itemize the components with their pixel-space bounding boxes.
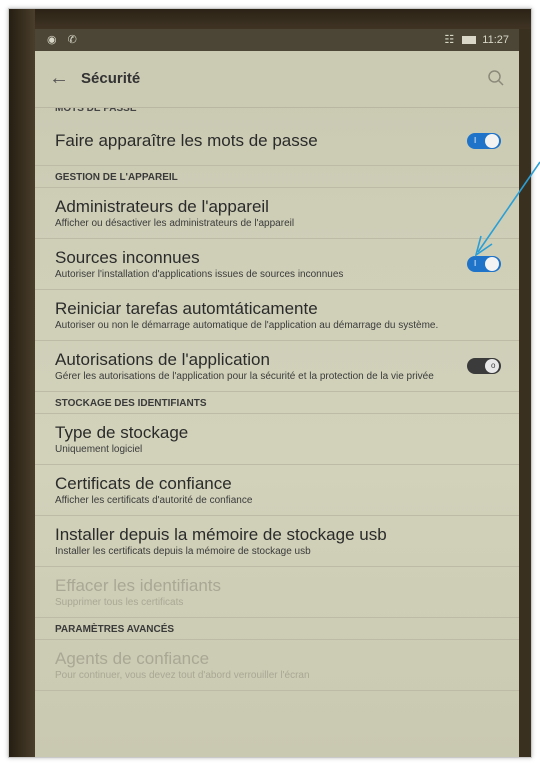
setting-subtitle: Autoriser l'installation d'applications … (55, 269, 344, 280)
setting-subtitle: Uniquement logiciel (55, 444, 143, 455)
settings-list: MOTS DE PASSE Faire apparaître les mots … (35, 108, 519, 691)
setting-title: Sources inconnues (55, 248, 200, 267)
wifi-icon: ☷ (444, 34, 455, 46)
setting-install-from-usb[interactable]: Installer depuis la mémoire de stockage … (35, 516, 519, 567)
unknown-sources-toggle[interactable]: I (467, 256, 501, 272)
status-time: 11:27 (482, 34, 509, 46)
setting-trusted-credentials[interactable]: Certificats de confiance Afficher les ce… (35, 465, 519, 516)
device-bezel-left (9, 9, 35, 757)
page-title: Sécurité (81, 70, 141, 87)
setting-title: Certificats de confiance (55, 474, 232, 493)
status-left-icons: ◉ ✆ (47, 34, 81, 46)
setting-show-passwords[interactable]: Faire apparaître les mots de passe I (35, 116, 519, 166)
device-screen: ◉ ✆ ☷ 11:27 ← Sécurité MOTS DE PASSE Fair… (35, 29, 519, 757)
setting-subtitle: Gérer les autorisations de l'application… (55, 371, 434, 382)
setting-title: Type de stockage (55, 423, 189, 442)
setting-subtitle: Pour continuer, vous devez tout d'abord … (55, 670, 310, 681)
setting-trust-agents: Agents de confiance Pour continuer, vous… (35, 640, 519, 691)
setting-title: Reiniciar tarefas automtáticamente (55, 299, 318, 318)
setting-title: Agents de confiance (55, 649, 210, 668)
setting-title: Faire apparaître les mots de passe (55, 131, 318, 150)
setting-subtitle: Afficher les certificats d'autorité de c… (55, 495, 253, 506)
setting-subtitle: Autoriser ou non le démarrage automatiqu… (55, 320, 439, 331)
setting-clear-credentials: Effacer les identifiants Supprimer tous … (35, 567, 519, 618)
setting-app-permissions[interactable]: Autorisations de l'application Gérer les… (35, 341, 519, 392)
back-arrow-icon[interactable]: ← (49, 67, 69, 90)
setting-subtitle: Supprimer tous les certificats (55, 597, 184, 608)
setting-subtitle: Installer les certificats depuis la mémo… (55, 546, 311, 557)
app-permissions-toggle[interactable]: o (467, 358, 501, 374)
setting-storage-type[interactable]: Type de stockage Uniquement logiciel (35, 414, 519, 465)
show-passwords-toggle[interactable]: I (467, 132, 501, 149)
device-bezel-top (9, 9, 531, 29)
search-icon[interactable] (487, 69, 505, 87)
section-header-device: GESTION DE L'APPAREIL (35, 166, 519, 188)
setting-title: Administrateurs de l'appareil (55, 197, 269, 216)
setting-title: Installer depuis la mémoire de stockage … (55, 525, 387, 544)
section-header-credentials: STOCKAGE DES IDENTIFIANTS (35, 392, 519, 414)
app-bar: ← Sécurité (35, 51, 519, 108)
setting-auto-restart-tasks[interactable]: Reiniciar tarefas automtáticamente Autor… (35, 290, 519, 341)
setting-device-admins[interactable]: Administrateurs de l'appareil Afficher o… (35, 188, 519, 239)
status-bar: ◉ ✆ ☷ 11:27 (35, 29, 519, 51)
section-header-advanced: PARAMÈTRES AVANCÉS (35, 618, 519, 640)
battery-icon (462, 36, 477, 45)
section-header-passwords: MOTS DE PASSE (55, 108, 137, 114)
setting-title: Effacer les identifiants (55, 576, 221, 595)
status-right: ☷ 11:27 (444, 33, 509, 46)
setting-title: Autorisations de l'application (55, 350, 270, 369)
setting-unknown-sources[interactable]: Sources inconnues Autoriser l'installati… (35, 239, 519, 290)
photo-frame: ◉ ✆ ☷ 11:27 ← Sécurité MOTS DE PASSE Fair… (8, 8, 532, 758)
setting-subtitle: Afficher ou désactiver les administrateu… (55, 218, 295, 229)
